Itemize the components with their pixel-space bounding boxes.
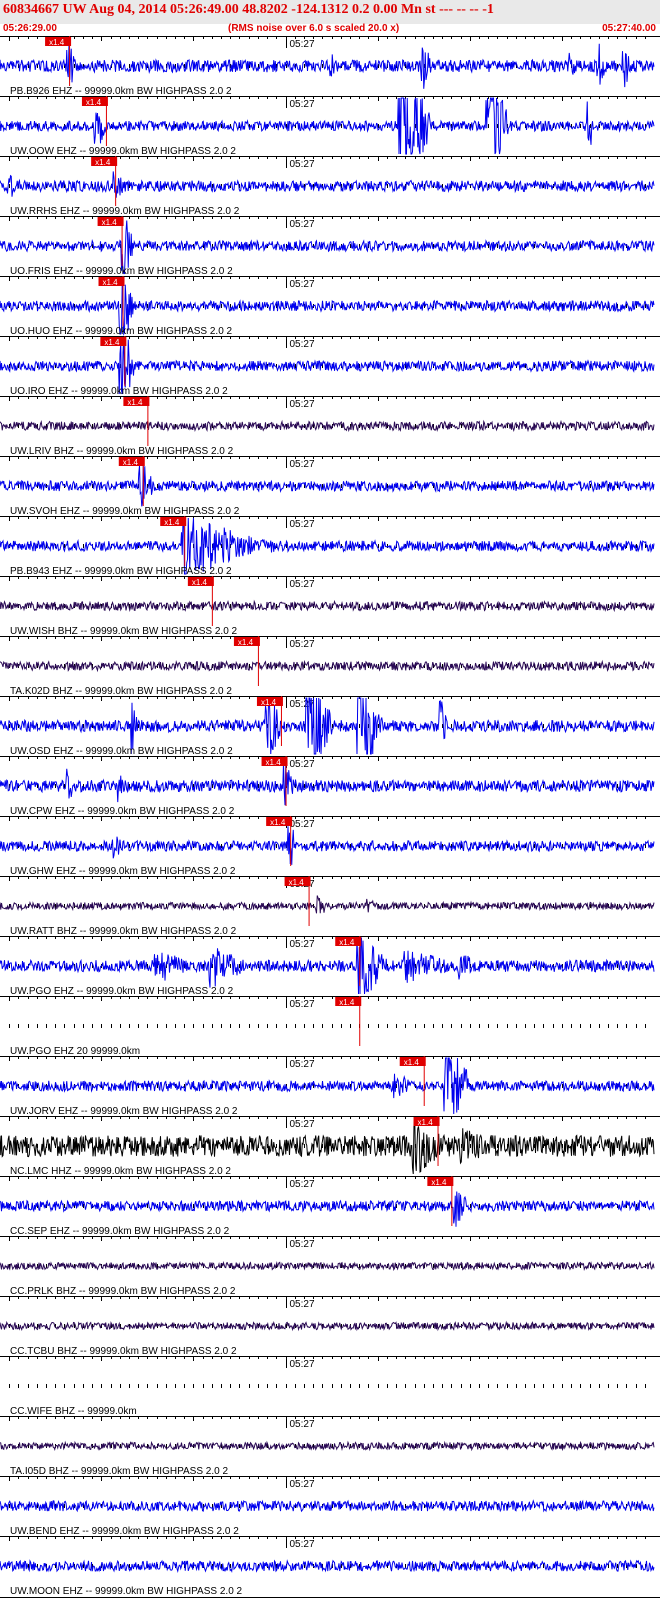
pick-label: x1.4 bbox=[164, 518, 180, 527]
trace-label: UW.CPW EHZ -- 99999.0km BW HIGHPASS 2.0 … bbox=[10, 806, 235, 817]
tick-label: 05:27 bbox=[290, 519, 315, 530]
tick-label: 05:27 bbox=[290, 759, 315, 770]
event-title: 60834667 UW Aug 04, 2014 05:26:49.00 48.… bbox=[3, 2, 494, 17]
trace-label: CC.PRLK BHZ -- 99999.0km BW HIGHPASS 2.0… bbox=[10, 1286, 236, 1297]
tick-label: 05:27 bbox=[290, 39, 315, 50]
trace-label: TA.I05D BHZ -- 99999.0km BW HIGHPASS 2.0… bbox=[10, 1466, 228, 1477]
trace-waveform bbox=[0, 419, 655, 433]
tick-label: 05:27 bbox=[290, 999, 315, 1010]
trace-label: UW.OSD EHZ -- 99999.0km BW HIGHPASS 2.0 … bbox=[10, 746, 233, 757]
pick-label: x1.4 bbox=[127, 398, 143, 407]
pick-label: x1.4 bbox=[123, 458, 139, 467]
trace-label: UW.PGO EHZ 20 99999.0km bbox=[10, 1046, 140, 1057]
tick-label: 05:27 bbox=[290, 1539, 315, 1550]
trace-label: UW.GHW EHZ -- 99999.0km BW HIGHPASS 2.0 … bbox=[10, 866, 236, 877]
trace-waveform bbox=[0, 1260, 655, 1272]
tick-label: 05:27 bbox=[290, 219, 315, 230]
trace-label: UW.JORV EHZ -- 99999.0km BW HIGHPASS 2.0… bbox=[10, 1106, 238, 1117]
trace-label: UW.RATT BHZ -- 99999.0km BW HIGHPASS 2.0… bbox=[10, 926, 237, 937]
trace-label: UW.OOW EHZ -- 99999.0km BW HIGHPASS 2.0 … bbox=[10, 146, 236, 157]
tick-label: 05:27 bbox=[290, 1119, 315, 1130]
pick-label: x1.4 bbox=[95, 158, 111, 167]
trace-label: UO.HUO EHZ -- 99999.0km BW HIGHPASS 2.0 … bbox=[10, 326, 233, 337]
tick-label: 05:27 bbox=[290, 639, 315, 650]
pick-label: x1.4 bbox=[49, 38, 65, 47]
trace-waveform bbox=[0, 895, 655, 914]
trace-waveform bbox=[0, 1559, 655, 1574]
trace-label: UO.FRIS EHZ -- 99999.0km BW HIGHPASS 2.0… bbox=[10, 266, 233, 277]
pick-label: x1.4 bbox=[104, 338, 120, 347]
start-time: 05:26:29.00 bbox=[3, 23, 57, 34]
trace-waveform bbox=[0, 1440, 655, 1452]
trace-waveform bbox=[0, 1320, 655, 1332]
trace-waveform bbox=[0, 1191, 655, 1227]
pick-label: x1.4 bbox=[103, 278, 119, 287]
tick-label: 05:27 bbox=[290, 399, 315, 410]
pick-label: x1.4 bbox=[86, 98, 102, 107]
tick-label: 05:27 bbox=[290, 1419, 315, 1430]
pick-label: x1.4 bbox=[289, 878, 305, 887]
tick-label: 05:27 bbox=[290, 159, 315, 170]
trace-label: TA.K02D BHZ -- 99999.0km BW HIGHPASS 2.0… bbox=[10, 686, 232, 697]
tick-label: 05:27 bbox=[290, 1359, 315, 1370]
trace-label: UW.BEND EHZ -- 99999.0km BW HIGHPASS 2.0… bbox=[10, 1526, 239, 1537]
trace-label: CC.SEP EHZ -- 99999.0km BW HIGHPASS 2.0 … bbox=[10, 1226, 230, 1237]
pick-label: x1.4 bbox=[339, 998, 355, 1007]
trace-label: NC.LMC HHZ -- 99999.0km BW HIGHPASS 2.0 … bbox=[10, 1166, 231, 1177]
pick-label: x1.4 bbox=[261, 698, 277, 707]
trace-waveform bbox=[0, 659, 655, 673]
pick-label: x1.4 bbox=[238, 638, 254, 647]
tick-label: 05:27 bbox=[290, 1059, 315, 1070]
tick-label: 05:27 bbox=[290, 1299, 315, 1310]
trace-label: UW.RRHS EHZ -- 99999.0km BW HIGHPASS 2.0… bbox=[10, 206, 240, 217]
trace-waveform bbox=[0, 171, 655, 198]
tick-label: 05:27 bbox=[290, 819, 315, 830]
trace-label: PB.B926 EHZ -- 99999.0km BW HIGHPASS 2.0… bbox=[10, 86, 232, 97]
trace-label: UW.PGO EHZ -- 99999.0km BW HIGHPASS 2.0 … bbox=[10, 986, 234, 997]
trace-waveform bbox=[0, 763, 655, 806]
pick-label: x1.4 bbox=[418, 1118, 434, 1127]
tick-label: 05:27 bbox=[290, 279, 315, 290]
tick-label: 05:27 bbox=[290, 1239, 315, 1250]
tick-label: 05:27 bbox=[290, 579, 315, 590]
tick-label: 05:27 bbox=[290, 339, 315, 350]
trace-waveform bbox=[0, 1499, 655, 1513]
trace-waveform bbox=[0, 42, 655, 89]
pick-label: x1.4 bbox=[102, 218, 118, 227]
tick-label: 05:27 bbox=[290, 99, 315, 110]
trace-label: UW.WISH BHZ -- 99999.0km BW HIGHPASS 2.0… bbox=[10, 626, 238, 637]
trace-label: UW.SVOH EHZ -- 99999.0km BW HIGHPASS 2.0… bbox=[10, 506, 240, 517]
end-time: 05:27:40.00 bbox=[602, 23, 656, 34]
pick-label: x1.4 bbox=[266, 758, 282, 767]
tick-label: 05:27 bbox=[290, 459, 315, 470]
trace-label: UO.IRO EHZ -- 99999.0km BW HIGHPASS 2.0 … bbox=[10, 386, 228, 397]
pick-label: x1.4 bbox=[339, 938, 355, 947]
pick-label: x1.4 bbox=[404, 1058, 420, 1067]
trace-waveform bbox=[0, 826, 655, 865]
trace-label: CC.TCBU BHZ -- 99999.0km BW HIGHPASS 2.0… bbox=[10, 1346, 237, 1357]
trace-label: UW.MOON EHZ -- 99999.0km BW HIGHPASS 2.0… bbox=[10, 1586, 243, 1597]
trace-label: UW.LRIV BHZ -- 99999.0km BW HIGHPASS 2.0… bbox=[10, 446, 234, 457]
header-bar: 60834667 UW Aug 04, 2014 05:26:49.00 48.… bbox=[0, 0, 660, 24]
tick-label: 05:27 bbox=[290, 939, 315, 950]
trace-label: CC.WIFE BHZ -- 99999.0km bbox=[10, 1406, 137, 1417]
trace-label: PB.B943 EHZ -- 99999.0km BW HIGHPASS 2.0… bbox=[10, 566, 232, 577]
pick-label: x1.4 bbox=[431, 1178, 447, 1187]
trace-waveform bbox=[0, 465, 655, 507]
pick-label: x1.4 bbox=[192, 578, 208, 587]
pick-label: x1.4 bbox=[270, 818, 286, 827]
tick-label: 05:27 bbox=[290, 1479, 315, 1490]
trace-waveform bbox=[0, 599, 655, 613]
tick-label: 05:27 bbox=[290, 1179, 315, 1190]
seismogram-plot: 05:27x1.4PB.B926 EHZ -- 99999.0km BW HIG… bbox=[0, 36, 660, 1598]
noise-note: (RMS noise over 6.0 s scaled 20.0 x) bbox=[228, 23, 400, 34]
